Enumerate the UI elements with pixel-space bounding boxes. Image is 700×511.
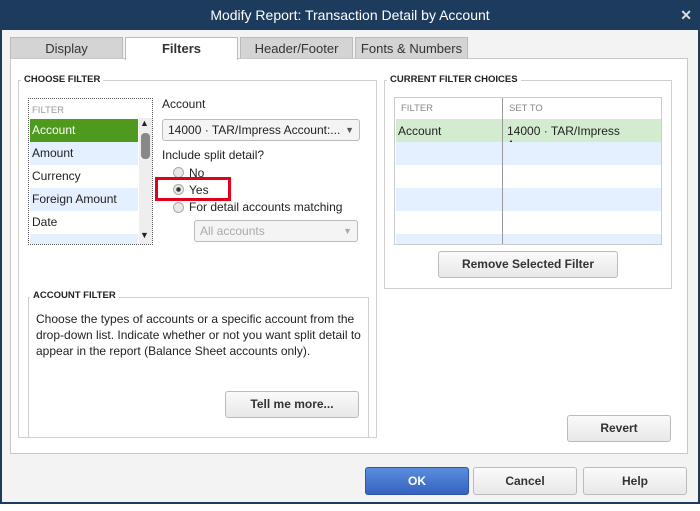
help-button[interactable]: Help [583, 467, 687, 495]
table-row[interactable] [396, 234, 661, 244]
dialog-title: Modify Report: Transaction Detail by Acc… [210, 7, 490, 23]
scroll-up-icon[interactable]: ▲ [140, 118, 149, 128]
account-label: Account [162, 97, 206, 111]
filter-item-account[interactable]: Account [30, 119, 138, 142]
table-row[interactable] [396, 142, 661, 165]
account-filter-help: Choose the types of accounts or a specif… [36, 312, 361, 358]
table-row[interactable] [396, 188, 661, 211]
cancel-button[interactable]: Cancel [473, 467, 577, 495]
filter-list-scrollbar[interactable]: ▲ ▼ [139, 118, 152, 244]
account-dropdown[interactable]: 14000 · TAR/Impress Account:... ▼ [162, 119, 360, 141]
account-value: 14000 · TAR/Impress Account:... [168, 123, 341, 137]
chevron-down-icon: ▼ [345, 125, 354, 135]
radio-matching-label: For detail accounts matching [189, 200, 343, 214]
table-row[interactable]: Account 14000 · TAR/Impress Accou... [396, 119, 661, 152]
choose-filter-heading: CHOOSE FILTER [21, 74, 104, 85]
filter-item-next[interactable] [30, 234, 138, 244]
tab-filters[interactable]: Filters [125, 37, 238, 60]
remove-selected-filter-button[interactable]: Remove Selected Filter [438, 251, 618, 278]
tab-display[interactable]: Display [10, 37, 123, 59]
col-filter-header: FILTER [401, 103, 434, 114]
matching-value: All accounts [200, 224, 265, 238]
filter-item-amount[interactable]: Amount [30, 142, 138, 165]
split-detail-label: Include split detail? [162, 148, 265, 162]
ok-button[interactable]: OK [365, 467, 469, 495]
account-filter-heading: ACCOUNT FILTER [30, 290, 119, 301]
highlight-box [155, 177, 231, 201]
chevron-down-icon: ▼ [343, 226, 352, 236]
filter-item-date[interactable]: Date [30, 211, 138, 234]
row-filter: Account [398, 124, 442, 138]
column-divider[interactable] [502, 98, 503, 244]
current-filter-heading: CURRENT FILTER CHOICES [387, 74, 521, 85]
filter-list[interactable]: FILTER Account Amount Currency Foreign A… [28, 98, 153, 245]
current-filter-table[interactable]: FILTER SET TO Account 14000 · TAR/Impres… [394, 97, 662, 245]
close-icon[interactable]: ✕ [680, 0, 692, 30]
radio-matching[interactable] [173, 202, 184, 213]
title-bar: Modify Report: Transaction Detail by Acc… [0, 0, 700, 30]
scroll-down-icon[interactable]: ▼ [140, 230, 149, 240]
filter-item-currency[interactable]: Currency [30, 165, 138, 188]
tab-fonts-numbers[interactable]: Fonts & Numbers [355, 37, 468, 59]
scroll-thumb[interactable] [141, 133, 150, 159]
filter-item-foreign-amount[interactable]: Foreign Amount [30, 188, 138, 211]
tab-header-footer[interactable]: Header/Footer [240, 37, 353, 59]
tell-me-more-button[interactable]: Tell me more... [225, 391, 359, 418]
matching-dropdown[interactable]: All accounts ▼ [194, 220, 358, 242]
revert-button[interactable]: Revert [567, 415, 671, 442]
col-set-to-header: SET TO [509, 103, 543, 114]
